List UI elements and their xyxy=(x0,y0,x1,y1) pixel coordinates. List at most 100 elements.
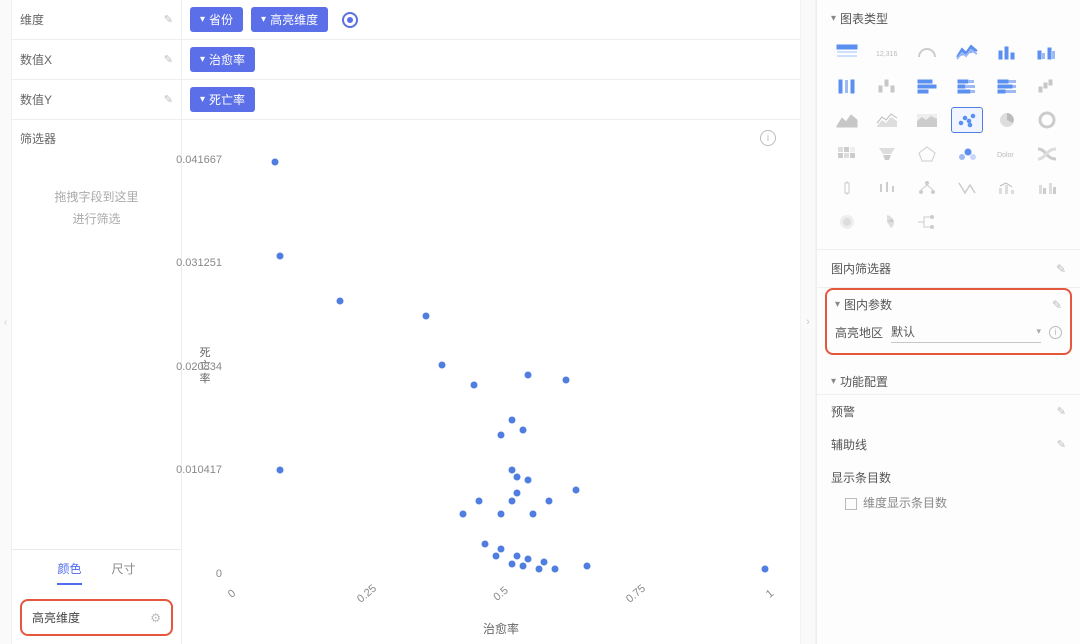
chart-type-flow[interactable] xyxy=(911,209,943,235)
chart-type-gauge[interactable] xyxy=(911,39,943,65)
chart-type-bar-grouped[interactable] xyxy=(1031,39,1063,65)
data-point[interactable] xyxy=(562,377,569,384)
chart-type-radar[interactable] xyxy=(911,141,943,167)
chart-type-area-100[interactable] xyxy=(911,107,943,133)
data-point[interactable] xyxy=(438,362,445,369)
data-point[interactable] xyxy=(422,312,429,319)
highlight-region-select[interactable]: 默认 ▾ xyxy=(891,321,1041,343)
data-point[interactable] xyxy=(761,566,768,573)
data-point[interactable] xyxy=(492,553,499,560)
chart-type-bar-h[interactable] xyxy=(911,73,943,99)
chart-type-combo[interactable] xyxy=(991,175,1023,201)
chart-type-scatter[interactable] xyxy=(951,107,983,133)
data-point[interactable] xyxy=(519,426,526,433)
pencil-icon[interactable]: ✎ xyxy=(164,53,173,66)
chart-types-header[interactable]: ▾ 图表类型 xyxy=(831,10,1066,27)
chart-type-sunburst[interactable] xyxy=(831,209,863,235)
data-point[interactable] xyxy=(277,253,284,260)
chart-type-bar-h-stack[interactable] xyxy=(951,73,983,99)
data-point[interactable] xyxy=(471,382,478,389)
data-point[interactable] xyxy=(336,297,343,304)
checkbox-icon[interactable] xyxy=(845,498,857,510)
chart-type-bubble-grp[interactable] xyxy=(951,141,983,167)
data-point[interactable] xyxy=(535,566,542,573)
chart-type-sankey[interactable] xyxy=(1031,141,1063,167)
data-point[interactable] xyxy=(530,511,537,518)
chart-type-table[interactable] xyxy=(831,39,863,65)
data-point[interactable] xyxy=(584,563,591,570)
chart-type-bar-v[interactable] xyxy=(991,39,1023,65)
data-point[interactable] xyxy=(272,158,279,165)
fn-auxline-row[interactable]: 辅助线 ✎ xyxy=(817,428,1080,461)
data-point[interactable] xyxy=(524,476,531,483)
data-point[interactable] xyxy=(498,431,505,438)
filter-dropzone[interactable]: 拖拽字段到这里 进行筛选 xyxy=(12,147,181,270)
pill-death-rate[interactable]: ▾死亡率 xyxy=(190,87,255,112)
chart-type-candlestick[interactable] xyxy=(871,175,903,201)
chart-type-funnel[interactable] xyxy=(871,141,903,167)
left-collapse-rail[interactable]: ‹ xyxy=(0,0,12,644)
dimension-radio[interactable] xyxy=(342,12,358,28)
data-point[interactable] xyxy=(573,486,580,493)
chart-type-rose[interactable] xyxy=(871,209,903,235)
chart-type-kpi[interactable]: 12,316 xyxy=(871,39,903,65)
pencil-icon[interactable]: ✎ xyxy=(1056,262,1066,276)
data-point[interactable] xyxy=(541,559,548,566)
chart-type-line[interactable] xyxy=(951,39,983,65)
gear-icon[interactable]: ⚙ xyxy=(150,611,161,625)
chart-type-box[interactable] xyxy=(831,175,863,201)
data-point[interactable] xyxy=(277,466,284,473)
tab-color[interactable]: 颜色 xyxy=(57,560,81,585)
data-point[interactable] xyxy=(514,553,521,560)
chart-type-bar-pm[interactable] xyxy=(871,73,903,99)
fn-count-checkbox-row[interactable]: 维度显示条目数 xyxy=(817,488,1080,517)
data-point[interactable] xyxy=(524,556,531,563)
data-point[interactable] xyxy=(519,563,526,570)
data-point[interactable] xyxy=(498,511,505,518)
pill-highlight-dim[interactable]: ▾高亮维度 xyxy=(251,7,328,32)
chart-type-bar-dual[interactable] xyxy=(1031,175,1063,201)
chart-type-area[interactable] xyxy=(831,107,863,133)
data-point[interactable] xyxy=(508,416,515,423)
pencil-icon[interactable]: ✎ xyxy=(1057,405,1066,418)
tab-size[interactable]: 尺寸 xyxy=(112,560,136,585)
data-point[interactable] xyxy=(514,473,521,480)
pencil-icon[interactable]: ✎ xyxy=(1057,438,1066,451)
valuey-label: 数值Y xyxy=(20,91,158,108)
chart-type-word[interactable]: Dolor xyxy=(991,141,1023,167)
data-point[interactable] xyxy=(498,546,505,553)
data-point[interactable] xyxy=(524,372,531,379)
chart-type-donut[interactable] xyxy=(1031,107,1063,133)
in-chart-filter-header[interactable]: 图内筛选器 ✎ xyxy=(831,260,1066,277)
chart-type-bar-h-100[interactable] xyxy=(991,73,1023,99)
pencil-icon[interactable]: ✎ xyxy=(1052,298,1062,312)
chart-type-map[interactable] xyxy=(951,175,983,201)
data-point[interactable] xyxy=(481,541,488,548)
highlight-dimension-field[interactable]: 高亮维度 ⚙ xyxy=(20,599,173,636)
pill-province[interactable]: ▾省份 xyxy=(190,7,243,32)
chart-type-pie[interactable] xyxy=(991,107,1023,133)
chart-type-area-stack[interactable] xyxy=(871,107,903,133)
data-point[interactable] xyxy=(508,561,515,568)
chart-type-bar-split[interactable] xyxy=(831,73,863,99)
data-point[interactable] xyxy=(546,498,553,505)
function-config-header[interactable]: ▾ 功能配置 xyxy=(831,373,1066,390)
chart-type-waterfall[interactable] xyxy=(1031,73,1063,99)
data-point[interactable] xyxy=(476,498,483,505)
data-point[interactable] xyxy=(551,566,558,573)
chart-type-heatmap[interactable] xyxy=(831,141,863,167)
fn-alert-row[interactable]: 预警 ✎ xyxy=(817,395,1080,428)
right-collapse-rail[interactable]: › xyxy=(800,0,816,644)
pencil-icon[interactable]: ✎ xyxy=(164,93,173,106)
chart-type-tree[interactable] xyxy=(911,175,943,201)
info-icon[interactable]: i xyxy=(760,130,776,146)
in-chart-params-header[interactable]: ▾ 图内参数 ✎ xyxy=(835,296,1062,313)
pencil-icon[interactable]: ✎ xyxy=(164,13,173,26)
info-icon[interactable]: i xyxy=(1049,326,1062,339)
pill-cure-rate[interactable]: ▾治愈率 xyxy=(190,47,255,72)
data-point[interactable] xyxy=(514,489,521,496)
x-axis-label: 治愈率 xyxy=(483,620,519,637)
data-point[interactable] xyxy=(508,466,515,473)
data-point[interactable] xyxy=(508,498,515,505)
data-point[interactable] xyxy=(460,511,467,518)
